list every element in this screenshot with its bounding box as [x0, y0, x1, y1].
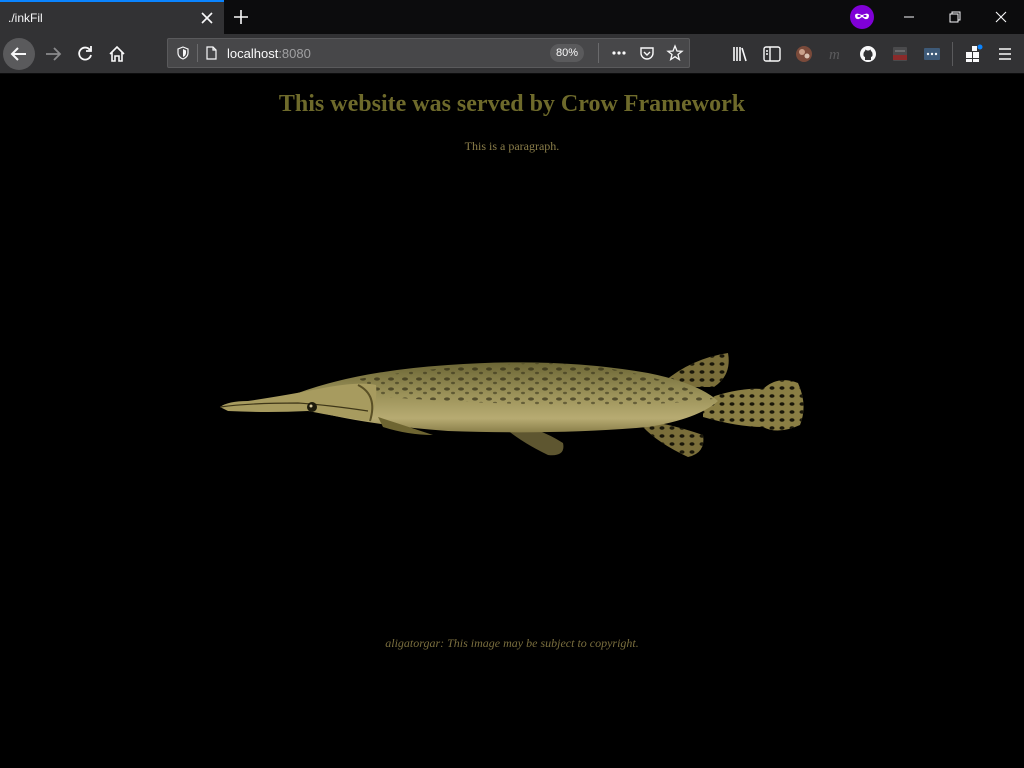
page-actions-more-icon[interactable] — [610, 44, 628, 62]
url-separator — [197, 44, 198, 62]
home-button[interactable] — [101, 38, 133, 70]
more-extension-icon[interactable] — [922, 44, 942, 64]
extensions-icon[interactable] — [963, 44, 983, 64]
alligator-gar-image — [219, 353, 804, 457]
reload-icon — [78, 46, 92, 61]
home-icon — [109, 45, 125, 62]
tracking-protection-icon[interactable] — [175, 45, 191, 61]
url-actions-separator — [598, 43, 599, 63]
page-info-icon[interactable] — [203, 45, 219, 61]
page-content: This website was served by Crow Framewor… — [0, 75, 1024, 768]
image-caption: aligatorgar: This image may be subject t… — [385, 636, 639, 650]
forward-button[interactable] — [37, 38, 69, 70]
pdf-extension-icon[interactable] — [890, 44, 910, 64]
page-paragraph: This is a paragraph. — [464, 139, 560, 153]
nav-toolbar: localhost:8080 80% m — [0, 34, 1024, 74]
new-tab-icon[interactable] — [230, 6, 252, 28]
back-button[interactable] — [3, 38, 35, 70]
pocket-icon[interactable] — [638, 44, 656, 62]
tab-strip: ./inkFil — [0, 0, 1024, 34]
url-bar[interactable]: localhost:8080 80% — [167, 38, 690, 68]
minimize-icon[interactable] — [886, 0, 932, 34]
extension-m-icon[interactable]: m — [826, 44, 846, 64]
url-text[interactable]: localhost:8080 — [227, 46, 311, 61]
profile-avatar-icon[interactable] — [794, 44, 814, 64]
bookmark-star-icon[interactable] — [666, 44, 684, 62]
menu-icon[interactable] — [995, 44, 1015, 64]
zoom-level-badge[interactable]: 80% — [550, 44, 584, 62]
library-icon[interactable] — [731, 44, 751, 64]
url-port: :8080 — [278, 46, 311, 61]
toolbar-separator — [952, 42, 953, 66]
sidebar-icon[interactable] — [762, 44, 782, 64]
reload-button[interactable] — [69, 38, 101, 70]
tab-title: ./inkFil — [8, 11, 43, 25]
close-window-icon[interactable] — [978, 0, 1024, 34]
github-icon[interactable] — [858, 44, 878, 64]
back-arrow-icon — [10, 47, 26, 61]
tab-active[interactable]: ./inkFil — [0, 0, 224, 34]
close-tab-icon[interactable] — [198, 9, 216, 27]
page-heading: This website was served by Crow Framewor… — [278, 91, 746, 117]
forward-arrow-icon — [46, 47, 62, 61]
restore-icon[interactable] — [932, 0, 978, 34]
svg-text:m: m — [829, 47, 840, 63]
url-host: localhost — [227, 46, 279, 61]
private-mask-icon[interactable] — [850, 5, 874, 29]
